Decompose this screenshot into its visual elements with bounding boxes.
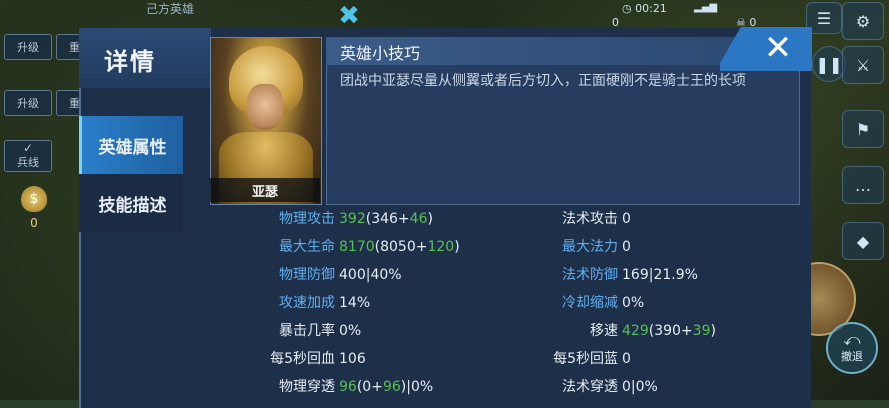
retreat-label: 撤退 <box>841 350 863 363</box>
stat-value-part: 0|0% <box>622 379 658 395</box>
stat-value: 0% <box>622 295 644 311</box>
stat-label: 物理攻击 <box>279 211 335 227</box>
chat-icon[interactable]: … <box>842 166 884 204</box>
hero-name: 亚瑟 <box>210 178 320 202</box>
stat-value: 169|21.9% <box>622 267 698 283</box>
stat-label: 物理防御 <box>279 267 335 283</box>
stat-value-part: ) <box>427 211 433 227</box>
stat-value: 400|40% <box>339 267 402 283</box>
minion-wave-button[interactable]: ✓ 兵线 <box>4 140 52 172</box>
minion-wave-label: 兵线 <box>17 156 39 169</box>
stat-label: 冷却缩减 <box>562 295 618 311</box>
stat-value: 14% <box>339 295 370 311</box>
stat-label: 最大法力 <box>562 239 618 255</box>
stat-label: 法术攻击 <box>562 211 618 227</box>
stat-value-part: 392 <box>339 211 366 227</box>
tab-hero-attributes[interactable]: 英雄属性 <box>79 116 183 174</box>
stat-value-part: 0 <box>622 211 631 227</box>
stat-value: 429(390+39) <box>622 323 716 339</box>
retreat-button[interactable]: ⤺ 撤退 <box>826 322 878 374</box>
stat-value-part: 429 <box>622 323 649 339</box>
gold-counter: $ 0 <box>14 186 54 230</box>
stat-value: 0 <box>622 211 631 227</box>
portrait-face <box>247 84 283 130</box>
stat-value: 8170(8050+120) <box>339 239 460 255</box>
stat-value-part: )|0% <box>400 379 434 395</box>
stat-value-part: 0 <box>622 351 631 367</box>
money-bag-icon: $ <box>21 186 47 212</box>
stat-label: 暴击几率 <box>279 323 335 339</box>
stat-value-part: 8170 <box>339 239 375 255</box>
stat-value-part: 106 <box>339 351 366 367</box>
stat-value-part: 169|21.9% <box>622 267 698 283</box>
stat-row: 每5秒回血 106 <box>183 348 366 368</box>
stat-value-part: 96 <box>339 379 357 395</box>
gold-value: 0 <box>30 216 38 230</box>
stat-row: 暴击几率 0% <box>183 320 361 340</box>
hero-tip-text: 团战中亚瑟尽量从侧翼或者后方切入，正面硬刚不是骑士王的长项 <box>340 73 746 89</box>
stat-label: 法术穿透 <box>562 379 618 395</box>
settings-gear-icon[interactable]: ⚙ <box>842 2 884 40</box>
stat-value: 0 <box>622 239 631 255</box>
stat-value-part: 46 <box>409 211 428 227</box>
stat-row: 最大法力 0 <box>463 236 631 256</box>
tab-skill-description[interactable]: 技能描述 <box>79 174 183 232</box>
stat-value-part: ) <box>710 323 716 339</box>
stat-row: 物理穿透 96(0+96)|0% <box>183 376 433 396</box>
stat-value-part: 0% <box>622 295 645 311</box>
signal-flag-icon[interactable]: ⚑ <box>842 110 884 148</box>
stat-value-part: 0% <box>339 323 362 339</box>
stat-value-part: 400|40% <box>339 267 402 283</box>
stat-value: 0% <box>339 323 361 339</box>
upgrade-button-2[interactable]: 升级 <box>4 90 52 116</box>
stat-value-part: (390+ <box>648 323 693 339</box>
stat-row: 物理防御 400|40% <box>183 264 402 284</box>
stat-row: 法术穿透 0|0% <box>463 376 658 396</box>
stat-value-part: ) <box>454 239 460 255</box>
signal-icon: ▂▄▆ <box>694 2 718 13</box>
stat-label: 移速 <box>590 323 618 339</box>
stat-value-part: (8050+ <box>374 239 428 255</box>
stat-row: 最大生命 8170(8050+120) <box>183 236 460 256</box>
retreat-icon: ⤺ <box>843 330 861 349</box>
stat-row: 每5秒回蓝 0 <box>463 348 631 368</box>
stat-row: 冷却缩减 0% <box>463 292 644 312</box>
stat-label: 攻速加成 <box>279 295 335 311</box>
hero-tip-title: 英雄小技巧 <box>340 44 421 63</box>
stat-value: 0 <box>622 351 631 367</box>
stat-label: 法术防御 <box>562 267 618 283</box>
stat-value-part: (346+ <box>365 211 410 227</box>
stat-value-part: 96 <box>382 379 401 395</box>
team-heroes-title: 己方英雄 <box>145 2 194 16</box>
stat-value: 0|0% <box>622 379 658 395</box>
stat-label: 每5秒回蓝 <box>553 351 618 367</box>
stat-value-part: 14% <box>339 295 371 311</box>
stat-row: 攻速加成 14% <box>183 292 370 312</box>
stat-value-part: 120 <box>427 239 455 255</box>
stat-label: 物理穿透 <box>279 379 335 395</box>
pause-icon[interactable]: ❚❚ <box>812 46 846 82</box>
stat-value-part: 0 <box>622 239 631 255</box>
detail-tabs: 英雄属性 技能描述 <box>79 116 183 232</box>
stat-row: 法术攻击 0 <box>463 208 631 228</box>
stat-label: 最大生命 <box>279 239 335 255</box>
stat-label: 每5秒回血 <box>270 351 335 367</box>
stat-row: 法术防御 169|21.9% <box>463 264 698 284</box>
stat-value: 106 <box>339 351 366 367</box>
stat-value: 392(346+46) <box>339 211 433 227</box>
quick-message-icon[interactable]: ◆ <box>842 222 884 260</box>
stat-value: 96(0+96)|0% <box>339 379 433 395</box>
stat-value-part: 39 <box>692 323 711 339</box>
stat-row: 移速 429(390+39) <box>463 320 716 340</box>
stat-value-part: (0+ <box>356 379 383 395</box>
close-minimap-icon[interactable]: ✖ <box>332 2 366 30</box>
upgrade-button-1[interactable]: 升级 <box>4 34 52 60</box>
attack-sword-icon[interactable]: ⚔ <box>842 46 884 84</box>
panel-title: 详情 <box>104 48 156 76</box>
stat-row: 物理攻击 392(346+46) <box>183 208 433 228</box>
close-icon[interactable]: ✕ <box>758 28 798 68</box>
match-time: ◷ 00:21 <box>622 2 667 15</box>
check-icon: ✓ <box>22 141 34 155</box>
